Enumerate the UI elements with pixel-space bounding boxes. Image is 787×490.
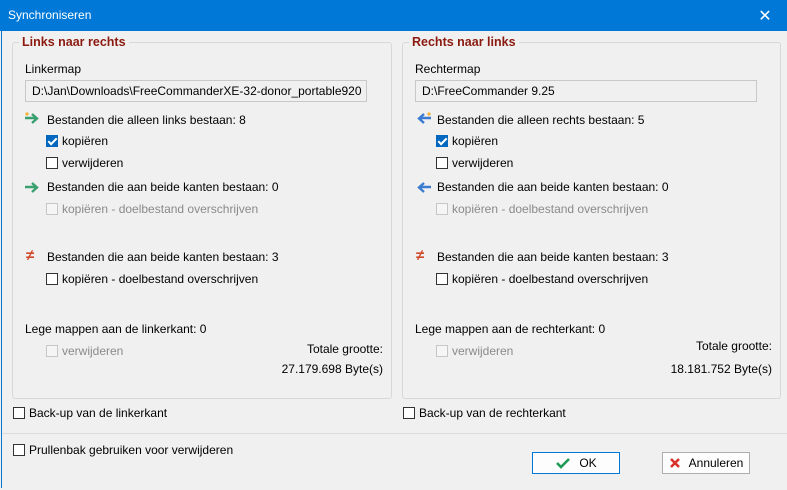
title-bar: Synchroniseren ✕ (0, 0, 787, 31)
left-copy-overwrite-disabled-label: kopiëren - doelbestand overschrijven (62, 202, 259, 216)
right-copy-overwrite-label[interactable]: kopiëren - doelbestand overschrijven (452, 272, 648, 286)
arrow-left-new-icon (417, 112, 431, 124)
right-copy-overwrite-disabled-checkbox (436, 203, 448, 215)
right-group-title: Rechts naar links (409, 35, 519, 49)
left-copy-overwrite-label[interactable]: kopiëren - doelbestand overschrijven (62, 272, 258, 286)
right-empty-delete-label: verwijderen (452, 344, 514, 358)
window-title: Synchroniseren (8, 8, 92, 22)
arrow-right-new-icon (25, 112, 39, 124)
right-copy-overwrite-checkbox[interactable] (436, 273, 448, 285)
left-delete-checkbox[interactable] (46, 157, 58, 169)
cancel-label: Annuleren (688, 456, 744, 470)
recycle-bin-checkbox[interactable] (13, 444, 25, 456)
right-total-label: Totale grootte: (695, 339, 772, 353)
left-total-value: 27.179.698 Byte(s) (281, 362, 383, 376)
left-only-files: Bestanden die alleen links bestaan: 8 (47, 113, 246, 127)
right-group: Rechts naar links Rechtermap D:\FreeComm… (402, 35, 781, 399)
left-backup-checkbox[interactable] (13, 407, 25, 419)
left-copy-label[interactable]: kopiëren (62, 134, 108, 148)
left-empty-delete-label: verwijderen (62, 344, 124, 358)
right-delete-checkbox[interactable] (436, 157, 448, 169)
checkmark-icon (556, 458, 571, 469)
left-both-same-files: Bestanden die aan beide kanten bestaan: … (47, 180, 279, 194)
right-copy-label[interactable]: kopiëren (452, 134, 498, 148)
right-empty-delete-checkbox (436, 345, 448, 357)
left-copy-overwrite-disabled-checkbox (46, 203, 58, 215)
ok-button[interactable]: OK (532, 452, 620, 474)
dialog-body: Links naar rechts Linkermap D:\Jan\Downl… (1, 31, 787, 488)
right-folder-label: Rechtermap (415, 62, 481, 76)
right-empty-folders: Lege mappen aan de rechterkant: 0 (415, 322, 606, 336)
not-equal-icon: ≠ (26, 247, 35, 264)
left-total-label: Totale grootte: (306, 342, 383, 356)
divider (2, 433, 787, 434)
arrow-right-icon (25, 182, 39, 193)
left-copy-overwrite-checkbox[interactable] (46, 273, 58, 285)
left-group: Links naar rechts Linkermap D:\Jan\Downl… (12, 35, 392, 399)
right-delete-label[interactable]: verwijderen (452, 156, 513, 170)
cancel-x-icon (669, 458, 680, 468)
left-delete-label[interactable]: verwijderen (62, 156, 123, 170)
recycle-bin-label[interactable]: Prullenbak gebruiken voor verwijderen (29, 443, 233, 457)
right-both-diff-files: Bestanden die aan beide kanten bestaan: … (437, 250, 669, 264)
arrow-left-icon (417, 182, 431, 193)
not-equal-icon: ≠ (416, 247, 425, 264)
cancel-button[interactable]: Annuleren (662, 452, 750, 474)
left-both-diff-files: Bestanden die aan beide kanten bestaan: … (47, 250, 279, 264)
close-button[interactable]: ✕ (743, 0, 787, 31)
left-folder-label: Linkermap (25, 62, 82, 76)
left-group-title: Links naar rechts (19, 35, 129, 49)
right-both-same-files: Bestanden die aan beide kanten bestaan: … (437, 180, 669, 194)
right-copy-overwrite-disabled-label: kopiëren - doelbestand overschrijven (452, 202, 649, 216)
left-folder-path[interactable]: D:\Jan\Downloads\FreeCommanderXE-32-dono… (25, 80, 367, 102)
right-backup-label[interactable]: Back-up van de rechterkant (419, 406, 566, 420)
right-copy-checkbox[interactable] (436, 135, 448, 147)
right-folder-path[interactable]: D:\FreeCommander 9.25 (415, 80, 757, 102)
left-empty-folders: Lege mappen aan de linkerkant: 0 (25, 322, 207, 336)
left-copy-checkbox[interactable] (46, 135, 58, 147)
right-backup-checkbox[interactable] (403, 407, 415, 419)
right-total-value: 18.181.752 Byte(s) (670, 362, 772, 376)
close-icon: ✕ (758, 7, 772, 25)
ok-label: OK (579, 456, 597, 470)
left-backup-label[interactable]: Back-up van de linkerkant (29, 406, 167, 420)
left-empty-delete-checkbox (46, 345, 58, 357)
right-only-files: Bestanden die alleen rechts bestaan: 5 (437, 113, 645, 127)
